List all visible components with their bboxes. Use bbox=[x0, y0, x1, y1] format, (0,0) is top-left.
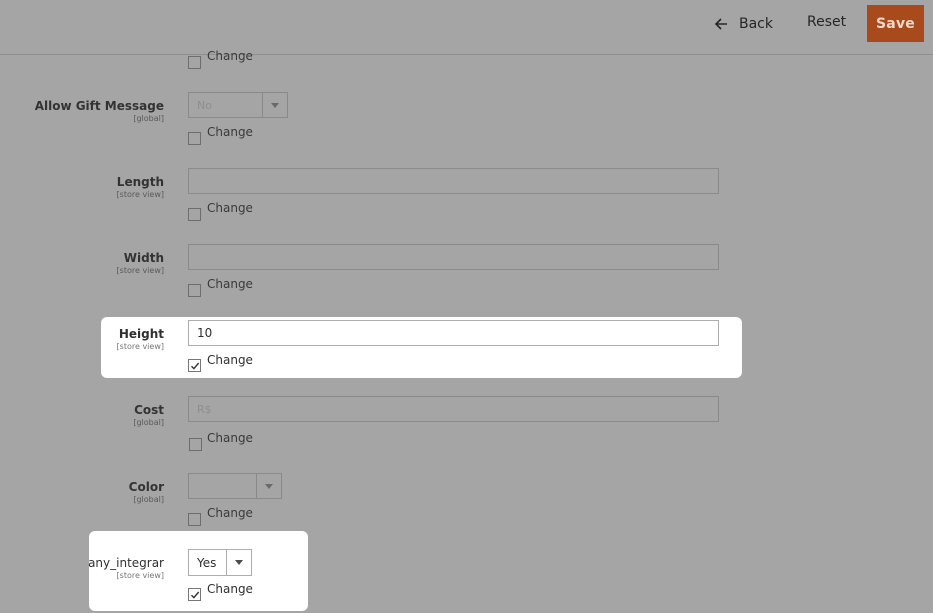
width-scope: [store view] bbox=[116, 266, 164, 275]
color-change-checkbox[interactable] bbox=[188, 513, 201, 526]
width-input[interactable] bbox=[188, 244, 719, 270]
cost-scope: [global] bbox=[133, 418, 164, 427]
color-select[interactable] bbox=[188, 473, 282, 499]
height-change-checkbox[interactable] bbox=[188, 359, 201, 372]
width-change-checkbox[interactable] bbox=[188, 284, 201, 297]
height-scope: [store view] bbox=[116, 342, 164, 351]
length-scope: [store view] bbox=[116, 190, 164, 199]
any-integrar-change-checkbox[interactable] bbox=[188, 588, 201, 601]
height-input[interactable]: 10 bbox=[188, 320, 719, 346]
length-change-label: Change bbox=[207, 201, 253, 215]
cost-change-label: Change bbox=[207, 431, 253, 445]
gift-message-select[interactable]: No bbox=[188, 92, 288, 118]
cost-placeholder: R$ bbox=[197, 402, 212, 416]
any-integrar-value: Yes bbox=[197, 556, 217, 570]
gift-message-label: Allow Gift Message [global] bbox=[34, 99, 164, 123]
height-change-label: Change bbox=[207, 353, 253, 367]
color-dropdown-button[interactable] bbox=[256, 474, 281, 498]
length-label: Length [store view] bbox=[116, 175, 164, 199]
any-integrar-dropdown-button[interactable] bbox=[226, 550, 251, 575]
previous-field-change-label: Change bbox=[207, 49, 253, 63]
cost-input[interactable]: R$ bbox=[188, 396, 719, 422]
page-actions-header: Back Reset Save bbox=[0, 0, 933, 55]
back-button-label: Back bbox=[739, 16, 773, 32]
width-change-label: Change bbox=[207, 277, 253, 291]
gift-message-value: No bbox=[197, 99, 212, 112]
cost-change-checkbox[interactable] bbox=[189, 438, 202, 451]
chevron-down-icon bbox=[235, 560, 243, 565]
checkmark-icon bbox=[191, 591, 200, 599]
any-integrar-label: any_integrar [store view] bbox=[88, 556, 164, 580]
gift-message-change-label: Change bbox=[207, 125, 253, 139]
gift-message-dropdown-button[interactable] bbox=[262, 93, 287, 117]
color-label: Color [global] bbox=[128, 480, 164, 504]
any-integrar-select[interactable]: Yes bbox=[188, 549, 252, 576]
back-button[interactable]: Back bbox=[714, 14, 773, 34]
reset-button[interactable]: Reset bbox=[807, 14, 846, 30]
cost-label: Cost [global] bbox=[133, 403, 164, 427]
width-label: Width [store view] bbox=[116, 251, 164, 275]
any-integrar-scope: [store view] bbox=[116, 571, 164, 580]
any-integrar-change-label: Change bbox=[207, 582, 253, 596]
gift-message-scope: [global] bbox=[133, 114, 164, 123]
length-input[interactable] bbox=[188, 168, 719, 194]
previous-field-change-checkbox[interactable] bbox=[188, 56, 201, 69]
length-change-checkbox[interactable] bbox=[188, 208, 201, 221]
checkmark-icon bbox=[191, 362, 200, 370]
chevron-down-icon bbox=[271, 102, 279, 108]
save-button[interactable]: Save bbox=[867, 5, 924, 42]
gift-message-change-checkbox[interactable] bbox=[188, 132, 201, 145]
color-scope: [global] bbox=[133, 495, 164, 504]
arrow-left-icon bbox=[714, 18, 727, 30]
height-label: Height [store view] bbox=[116, 327, 164, 351]
color-change-label: Change bbox=[207, 506, 253, 520]
chevron-down-icon bbox=[265, 483, 273, 489]
